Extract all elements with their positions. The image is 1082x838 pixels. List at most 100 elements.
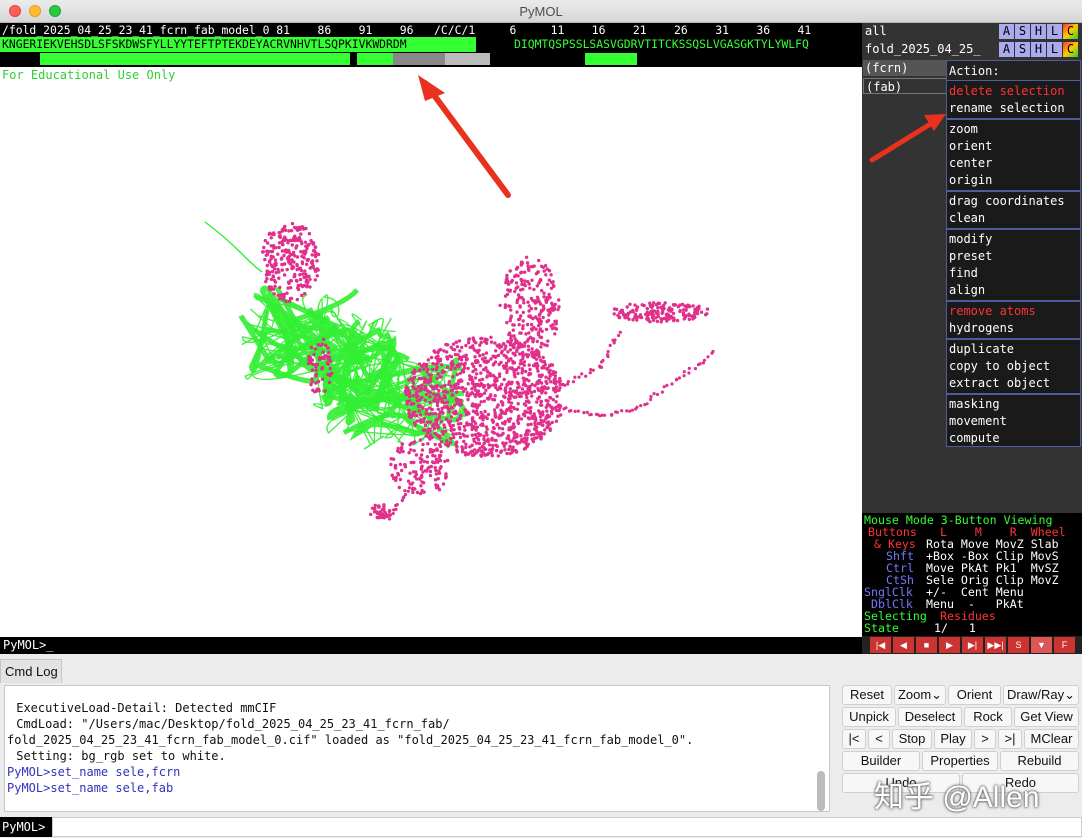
molecular-viewport[interactable]: For Educational Use Only: [0, 67, 862, 637]
atom-sphere: [505, 382, 509, 386]
show-button-s[interactable]: S: [1015, 24, 1030, 39]
atom-sphere: [486, 383, 490, 387]
sequence-chain-a-selected[interactable]: KNGERIEKVEHSDLSFSKDWSFYLLYYTEFTPTEKDEYAC…: [0, 37, 476, 52]
show-button-s[interactable]: S: [1015, 42, 1030, 57]
full-screen-button[interactable]: F: [1054, 637, 1075, 653]
menu-rename-selection[interactable]: rename selection: [949, 100, 1065, 117]
action-button-a[interactable]: A: [999, 42, 1014, 57]
atom-sphere: [484, 341, 489, 345]
command-log[interactable]: ExecutiveLoad-Detail: Detected mmCIF Cmd…: [4, 685, 830, 812]
atom-sphere: [472, 437, 476, 441]
menu-delete-selection[interactable]: delete selection: [949, 83, 1065, 100]
rock-button[interactable]: Rock: [964, 707, 1012, 727]
atom-sphere: [526, 406, 531, 411]
atom-sphere: [699, 310, 704, 314]
hide-button-h[interactable]: H: [1031, 42, 1046, 57]
reset-button[interactable]: Reset: [842, 685, 892, 705]
menu-center[interactable]: center: [949, 155, 992, 172]
properties-button[interactable]: Properties: [922, 751, 998, 771]
atom-sphere: [422, 459, 426, 464]
atom-sphere: [518, 304, 522, 308]
atom-sphere: [503, 419, 507, 424]
atom-sphere: [519, 271, 523, 275]
atom-sphere: [518, 331, 522, 335]
atom-sphere: [305, 262, 309, 266]
atom-sphere: [419, 453, 424, 457]
last-frame-button[interactable]: >|: [998, 729, 1022, 749]
unpick-button[interactable]: Unpick: [842, 707, 896, 727]
scene-menu-button[interactable]: ▼: [1031, 637, 1052, 653]
sequence-residues-row[interactable]: KNGERIEKVEHSDLSFSKDWSFYLLYYTEFTPTEKDEYAC…: [0, 37, 862, 52]
orient-button[interactable]: Orient: [948, 685, 1001, 705]
next-frame-button[interactable]: >: [974, 729, 996, 749]
label-button-l[interactable]: L: [1047, 24, 1062, 39]
atom-sphere: [533, 415, 537, 420]
rewind-button[interactable]: |◀: [870, 637, 891, 653]
menu-copy-to-object[interactable]: copy to object: [949, 358, 1050, 375]
menu-clean[interactable]: clean: [949, 210, 985, 227]
menu-zoom[interactable]: zoom: [949, 121, 978, 138]
mouse-mode-panel[interactable]: Mouse Mode 3-Button Viewing Buttons L M …: [862, 513, 1082, 636]
atom-sphere: [476, 438, 481, 442]
menu-modify[interactable]: modify: [949, 231, 992, 248]
action-popup-menu[interactable]: Action: delete selection rename selectio…: [946, 60, 1081, 447]
atom-sphere: [312, 248, 316, 253]
deselect-button[interactable]: Deselect: [898, 707, 962, 727]
sequence-track[interactable]: [0, 53, 862, 65]
atom-sphere: [497, 416, 501, 421]
label-button-l[interactable]: L: [1047, 42, 1062, 57]
play-movie-button[interactable]: Play: [934, 729, 972, 749]
atom-sphere: [661, 307, 665, 311]
atom-sphere: [393, 463, 398, 468]
log-scrollbar[interactable]: [817, 771, 825, 811]
atom-sphere: [392, 508, 396, 512]
menu-orient[interactable]: orient: [949, 138, 992, 155]
stop-button[interactable]: ■: [916, 637, 937, 653]
menu-separator: [947, 118, 1080, 120]
forward-button[interactable]: ▶|: [962, 637, 983, 653]
menu-origin[interactable]: origin: [949, 172, 992, 189]
menu-hydrogens[interactable]: hydrogens: [949, 320, 1014, 337]
menu-movement[interactable]: movement: [949, 413, 1007, 430]
scene-button[interactable]: S: [1008, 637, 1029, 653]
sequence-header: /fold_2025_04_25_23_41_fcrn_fab_model_0 …: [2, 23, 812, 37]
action-button-a[interactable]: A: [999, 24, 1014, 39]
menu-find[interactable]: find: [949, 265, 978, 282]
builder-button[interactable]: Builder: [842, 751, 920, 771]
color-button-c[interactable]: C: [1063, 42, 1078, 57]
end-button[interactable]: ▶▶|: [985, 637, 1006, 653]
track-viewport-window[interactable]: [393, 53, 445, 65]
back-button[interactable]: ◀: [893, 637, 914, 653]
tab-cmd-log[interactable]: Cmd Log: [0, 659, 62, 683]
viewer-command-line[interactable]: PyMOL>_: [0, 637, 862, 654]
mclear-button[interactable]: MClear: [1024, 729, 1079, 749]
sequence-viewer[interactable]: /fold_2025_04_25_23_41_fcrn_fab_model_0 …: [0, 23, 862, 67]
first-frame-button[interactable]: |<: [842, 729, 866, 749]
draw-ray-button[interactable]: Draw/Ray⌄: [1003, 685, 1079, 705]
stop-movie-button[interactable]: Stop: [892, 729, 932, 749]
atom-sphere: [523, 270, 527, 274]
color-button-c[interactable]: C: [1063, 24, 1078, 39]
sequence-chain-c[interactable]: DIQMTQSPSSLSASVGDRVTITCKSSQSLVGASGKTYLYW…: [514, 37, 809, 52]
prev-frame-button[interactable]: <: [868, 729, 890, 749]
menu-remove-atoms[interactable]: remove atoms: [949, 303, 1036, 320]
play-button[interactable]: ▶: [939, 637, 960, 653]
menu-compute[interactable]: compute: [949, 430, 1000, 447]
menu-preset[interactable]: preset: [949, 248, 992, 265]
zoom-button[interactable]: Zoom⌄: [894, 685, 946, 705]
hide-button-h[interactable]: H: [1031, 24, 1046, 39]
molecule-render[interactable]: [0, 67, 862, 637]
rebuild-button[interactable]: Rebuild: [1000, 751, 1079, 771]
get-view-button[interactable]: Get View: [1014, 707, 1079, 727]
atom-sphere: [277, 296, 282, 301]
menu-masking[interactable]: masking: [949, 396, 1000, 413]
atom-sphere: [484, 351, 489, 355]
menu-extract-object[interactable]: extract object: [949, 375, 1050, 392]
command-input[interactable]: [52, 817, 1082, 837]
atom-sphere: [527, 373, 531, 377]
menu-drag-coordinates[interactable]: drag coordinates: [949, 193, 1065, 210]
menu-align[interactable]: align: [949, 282, 985, 299]
menu-duplicate[interactable]: duplicate: [949, 341, 1014, 358]
atom-sphere: [423, 398, 427, 402]
atom-sphere: [419, 377, 424, 381]
